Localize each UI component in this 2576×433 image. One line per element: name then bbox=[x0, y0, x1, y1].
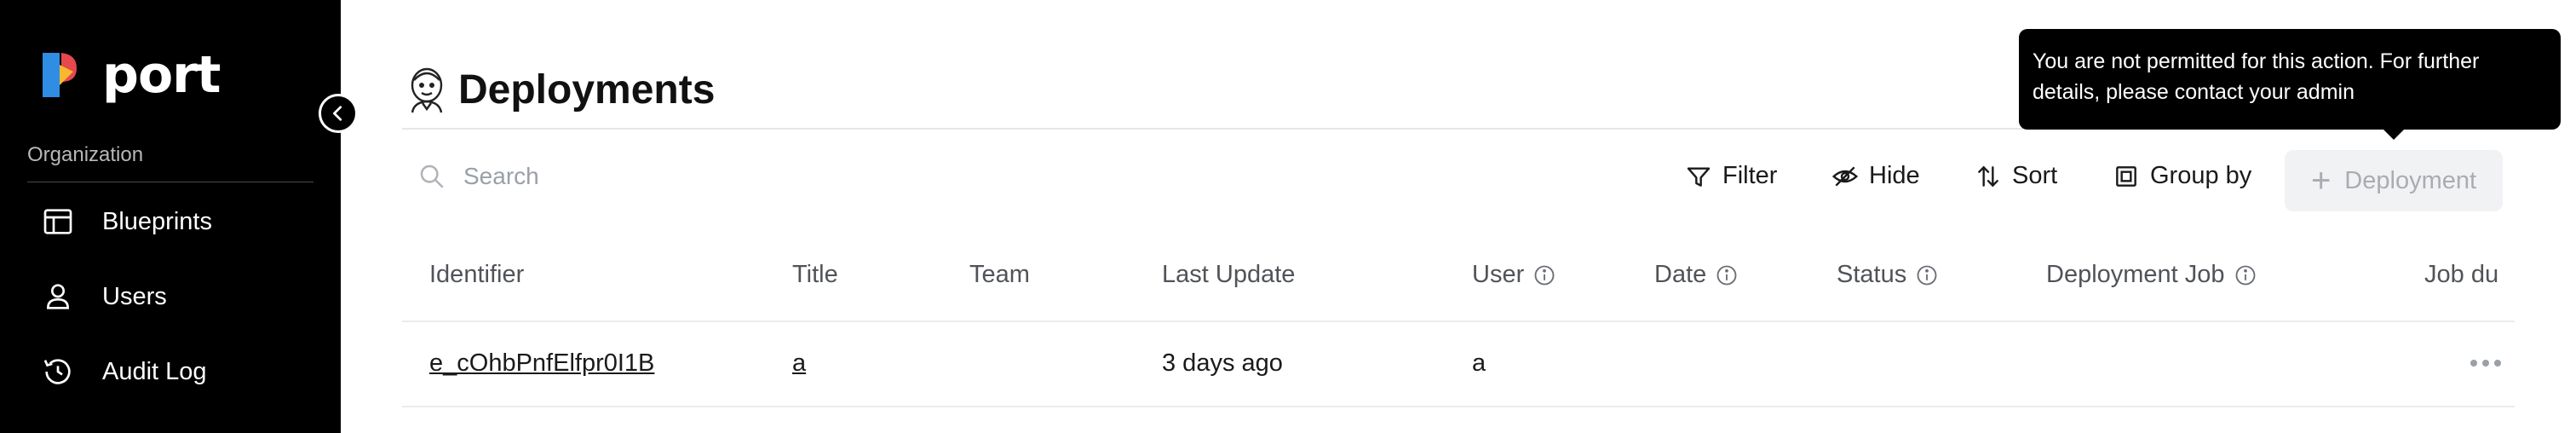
search-icon bbox=[420, 165, 444, 188]
port-logo-icon bbox=[43, 53, 77, 97]
header-divider bbox=[402, 320, 2515, 322]
collapse-sidebar-button[interactable] bbox=[319, 94, 358, 133]
row-more-actions-button[interactable] bbox=[2470, 360, 2501, 367]
dot bbox=[2482, 360, 2489, 367]
filter-label: Filter bbox=[1722, 162, 1778, 189]
dot bbox=[2470, 360, 2477, 367]
section-label-organization: Organization bbox=[27, 143, 144, 166]
hide-label: Hide bbox=[1869, 162, 1920, 189]
hide-button[interactable]: Hide bbox=[1831, 162, 1920, 190]
column-header-deployment-job[interactable]: Deployment Job bbox=[2046, 261, 2257, 289]
group-icon bbox=[2116, 165, 2136, 187]
column-header-identifier[interactable]: Identifier bbox=[429, 261, 524, 289]
column-header-team[interactable]: Team bbox=[969, 261, 1030, 289]
table-layout-icon bbox=[43, 209, 72, 234]
port-logo[interactable]: port bbox=[39, 45, 221, 105]
jenkins-butler-icon bbox=[411, 67, 443, 113]
cell-identifier-link[interactable]: e_cOhbPnfElfpr0I1B bbox=[429, 349, 654, 378]
add-deployment-label: Deployment bbox=[2344, 166, 2477, 194]
chevron-left-icon bbox=[333, 106, 342, 121]
column-header-title[interactable]: Title bbox=[792, 261, 838, 289]
info-icon[interactable] bbox=[1532, 263, 1556, 287]
sidebar-item-label: Blueprints bbox=[102, 207, 212, 235]
sidebar-item-label: Audit Log bbox=[102, 357, 207, 385]
column-header-date[interactable]: Date bbox=[1654, 261, 1739, 289]
logo-text: port bbox=[102, 45, 221, 105]
sidebar-item-blueprints[interactable]: Blueprints bbox=[41, 205, 212, 239]
user-icon bbox=[46, 284, 70, 309]
info-icon[interactable] bbox=[2234, 263, 2257, 287]
column-header-last-update[interactable]: Last Update bbox=[1162, 261, 1295, 289]
filter-button[interactable]: Filter bbox=[1685, 162, 1777, 190]
filter-icon bbox=[1687, 166, 1711, 187]
cell-user: a bbox=[1472, 349, 1486, 377]
info-icon[interactable] bbox=[1915, 263, 1939, 287]
tooltip-arrow bbox=[2382, 128, 2406, 140]
cell-title-link[interactable]: a bbox=[792, 349, 806, 378]
plus-icon: + bbox=[2310, 162, 2332, 199]
dot bbox=[2494, 360, 2501, 367]
app-window: port Organization Blueprints Users Audit… bbox=[0, 0, 2576, 433]
column-header-user[interactable]: User bbox=[1472, 261, 1556, 289]
add-deployment-button[interactable]: + Deployment bbox=[2285, 150, 2503, 211]
row-divider bbox=[402, 406, 2515, 407]
sidebar-item-label: Users bbox=[102, 282, 167, 310]
cell-last-update: 3 days ago bbox=[1162, 349, 1283, 377]
group-by-button[interactable]: Group by bbox=[2113, 162, 2251, 190]
column-header-status[interactable]: Status bbox=[1837, 261, 1939, 289]
search-input[interactable] bbox=[463, 163, 1060, 190]
sort-label: Sort bbox=[2012, 162, 2058, 189]
page-header: Deployments bbox=[404, 65, 715, 114]
permission-tooltip: You are not permitted for this action. F… bbox=[2019, 29, 2561, 130]
sidebar: port Organization Blueprints Users Audit… bbox=[0, 0, 341, 433]
info-icon[interactable] bbox=[1715, 263, 1739, 287]
eye-off-icon bbox=[1831, 165, 1859, 187]
group-by-label: Group by bbox=[2150, 162, 2252, 189]
column-header-job-duration[interactable]: Job du bbox=[2424, 261, 2515, 289]
sidebar-item-users[interactable]: Users bbox=[41, 280, 167, 314]
sort-button[interactable]: Sort bbox=[1975, 162, 2057, 190]
history-icon bbox=[43, 359, 71, 384]
search-bar bbox=[417, 162, 1060, 191]
sort-arrows-icon bbox=[1978, 165, 1998, 187]
page-title: Deployments bbox=[458, 66, 716, 113]
sidebar-item-audit-log[interactable]: Audit Log bbox=[41, 355, 207, 389]
